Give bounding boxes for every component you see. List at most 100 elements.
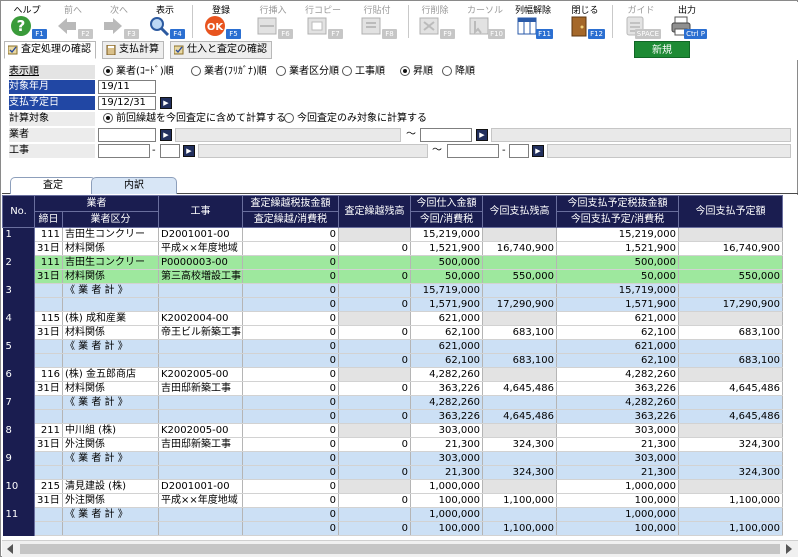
current-purchase: 500,000 [410, 255, 483, 270]
prev-balance [338, 255, 411, 270]
table-row[interactable]: 0 0 62,100 683,100 62,100 683,100 [3, 353, 783, 368]
grid-body: 1 111 吉田生コンクリー D2001001-00 0 15,219,000 15,219… [2, 227, 783, 536]
vendor-code [34, 283, 63, 298]
order-radio-code[interactable] [103, 66, 113, 76]
current-balance: 4,645,486 [482, 381, 557, 396]
vendor-from-picker[interactable]: ▶ [160, 129, 172, 141]
calc-radio-current-only[interactable] [284, 113, 294, 123]
vendor-category [62, 353, 159, 368]
row-number: 3 [2, 283, 35, 312]
toolbar-button-arrow-right[interactable]: 次へ F3 [96, 2, 142, 40]
prev-balance [338, 479, 411, 494]
table-row[interactable]: 31日 外注関係 吉田邸新築工事 0 0 21,300 324,300 21,300 324,3… [3, 437, 783, 452]
table-row[interactable]: 0 0 100,000 1,100,000 100,000 1,100,000 [3, 521, 783, 536]
door-icon [568, 15, 590, 37]
sort-radio-asc[interactable] [400, 66, 410, 76]
toolbar-button-insert-row[interactable]: 行挿入 F6 [250, 2, 296, 40]
project-to-field[interactable] [447, 144, 499, 158]
table-row[interactable]: 1 111 吉田生コンクリー D2001001-00 0 15,219,000 15,219… [2, 227, 783, 256]
vendor-label: 業者 [9, 128, 95, 142]
tab-purchase-check[interactable]: 仕入と査定の確認 [170, 41, 272, 59]
current-balance: 1,100,000 [482, 493, 557, 508]
table-row[interactable]: 0 0 21,300 324,300 21,300 324,300 [3, 465, 783, 480]
toolbar-button-delete-row[interactable]: 行削除 F9 [412, 2, 458, 40]
table-row[interactable]: 31日 材料関係 吉田邸新築工事 0 0 363,226 4,645,486 363,226 4… [3, 381, 783, 396]
toolbar-button-ok[interactable]: 登録 OK F5 [198, 2, 244, 40]
col-header-curr-tax: 今回/消費税 [410, 211, 483, 228]
toolbar-button-search[interactable]: 表示 F4 [142, 2, 188, 40]
table-row[interactable]: 8 211 中川組 (株) K2002005-00 0 303,000 303,000 [2, 423, 783, 452]
toolbar-button-help[interactable]: ヘルプ? F1 [4, 2, 50, 40]
arrow-right-icon [102, 15, 124, 37]
order-radio-category[interactable] [276, 66, 286, 76]
project-code [158, 395, 243, 410]
current-purchase: 621,000 [410, 339, 483, 354]
tab-assessment[interactable]: 査定 [10, 177, 96, 194]
project-from-name [198, 144, 428, 158]
current-purchase: 303,000 [410, 451, 483, 466]
calc-option-current-only: 今回査定のみ対象に計算する [297, 113, 427, 124]
toolbar-button-printer[interactable]: 出力 Ctrl P [664, 2, 710, 40]
order-radio-project[interactable] [342, 66, 352, 76]
tab-breakdown[interactable]: 内訳 [91, 177, 177, 194]
new-button[interactable]: 新規 [634, 41, 690, 58]
table-row[interactable]: 31日 材料関係 第三高校増設工事 0 0 50,000 550,000 50,000 550,… [3, 269, 783, 284]
vendor-from-field[interactable] [98, 128, 156, 142]
sort-radio-desc[interactable] [442, 66, 452, 76]
scroll-right-icon[interactable] [786, 544, 792, 554]
toolbar-button-guide[interactable]: ガイド SPACE [618, 2, 664, 40]
project-to-dash: - [502, 145, 506, 156]
project-to-picker[interactable]: ▶ [532, 145, 544, 157]
table-row[interactable]: 6 116 (株) 金五郎商店 K2002005-00 0 4,282,260 4,282,… [2, 367, 783, 396]
calc-option-include-prev: 前回繰越を今回査定に含めて計算する [116, 113, 286, 124]
table-row[interactable]: 11 《 業 者 計 》 0 1,000,000 1,000,000 [2, 507, 783, 536]
table-row[interactable]: 4 115 (株) 成和産業 K2002004-00 0 621,000 621,000 [2, 311, 783, 340]
current-balance: 1,100,000 [482, 521, 557, 536]
target-month-label: 対象年月 [9, 80, 95, 94]
toolbar-button-paste-row[interactable]: 行貼付 F8 [354, 2, 400, 40]
table-row[interactable]: 9 《 業 者 計 》 0 303,000 303,000 [2, 451, 783, 480]
check-icon [173, 45, 184, 55]
project-from-picker[interactable]: ▶ [183, 145, 195, 157]
table-row[interactable]: 7 《 業 者 計 》 0 4,282,260 4,282,260 [2, 395, 783, 424]
toolbar-button-column-width[interactable]: 列幅解除 F11 [510, 2, 556, 40]
project-to-sub-field[interactable] [509, 144, 529, 158]
calc-radio-include-prev[interactable] [103, 113, 113, 123]
tab-payment-calc[interactable]: 支払計算 [102, 41, 164, 59]
toolbar-button-door[interactable]: 閉じる F12 [562, 2, 608, 40]
toolbar-button-arrow-left[interactable]: 前へ F2 [50, 2, 96, 40]
table-row[interactable]: 10 215 清見建設 (株) D2001001-00 0 1,000,000 1,000,… [2, 479, 783, 508]
plan-total: 324,300 [678, 465, 783, 480]
table-row[interactable]: 0 0 363,226 4,645,486 363,226 4,645,486 [3, 409, 783, 424]
project-from-sub-field[interactable] [160, 144, 180, 158]
prev-amount: 0 [242, 479, 339, 494]
payment-date-field[interactable]: 19/12/31 [98, 96, 156, 110]
vendor-to-field[interactable] [420, 128, 472, 142]
project-from-field[interactable] [98, 144, 150, 158]
table-row[interactable]: 2 111 吉田生コンクリー P0000003-00 0 500,000 500,000 [2, 255, 783, 284]
table-row[interactable]: 0 0 1,571,900 17,290,900 1,571,900 17,290,900 [3, 297, 783, 312]
toolbar-button-cursor[interactable]: カーソル F10 [462, 2, 508, 40]
tab-assessment-check[interactable]: 査定処理の確認 [4, 41, 96, 59]
scrollbar-thumb[interactable] [20, 544, 780, 554]
scroll-left-icon[interactable] [7, 544, 13, 554]
horizontal-scrollbar[interactable] [2, 540, 798, 557]
current-purchase: 303,000 [410, 423, 483, 438]
project-name [158, 297, 243, 312]
table-row[interactable]: 31日 外注関係 平成××年度地域 0 0 100,000 1,100,000 100,000… [3, 493, 783, 508]
sort-option-asc: 昇順 [413, 66, 433, 77]
calendar-picker-button[interactable]: ▶ [160, 97, 172, 109]
target-month-field[interactable]: 19/11 [98, 80, 156, 94]
table-row[interactable]: 31日 材料関係 帝王ビル新築工事 0 0 62,100 683,100 62,100 683,… [3, 325, 783, 340]
order-radio-kana[interactable] [191, 66, 201, 76]
table-row[interactable]: 5 《 業 者 計 》 0 621,000 621,000 [2, 339, 783, 368]
function-key-badge: SPACE [634, 29, 661, 39]
toolbar-button-copy-row[interactable]: 行コピー F7 [300, 2, 346, 40]
current-balance: 17,290,900 [482, 297, 557, 312]
prev-balance [338, 283, 411, 298]
table-row[interactable]: 3 《 業 者 計 》 0 15,719,000 15,719,000 [2, 283, 783, 312]
table-row[interactable]: 31日 材料関係 平成××年度地域 0 0 1,521,900 16,740,900 1,52… [3, 241, 783, 256]
function-key-badge: F8 [382, 29, 397, 39]
prev-balance: 0 [338, 493, 411, 508]
vendor-to-picker[interactable]: ▶ [476, 129, 488, 141]
